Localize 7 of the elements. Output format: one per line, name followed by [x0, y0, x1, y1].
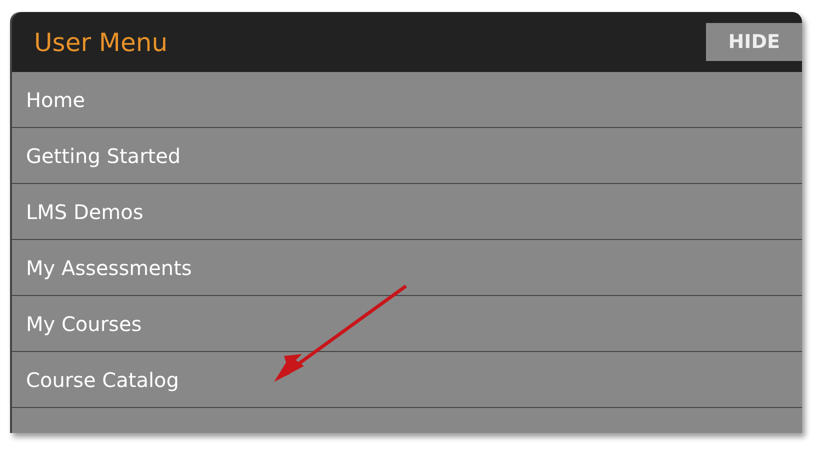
panel-title: User Menu [34, 28, 168, 56]
menu-item[interactable]: LMS Demos [12, 183, 802, 239]
hide-button[interactable]: HIDE [706, 23, 802, 61]
menu-item[interactable]: Home [12, 72, 802, 127]
menu-item[interactable]: My Assessments [12, 239, 802, 295]
menu-item[interactable]: My Courses [12, 295, 802, 351]
menu-item[interactable]: Getting Started [12, 127, 802, 183]
